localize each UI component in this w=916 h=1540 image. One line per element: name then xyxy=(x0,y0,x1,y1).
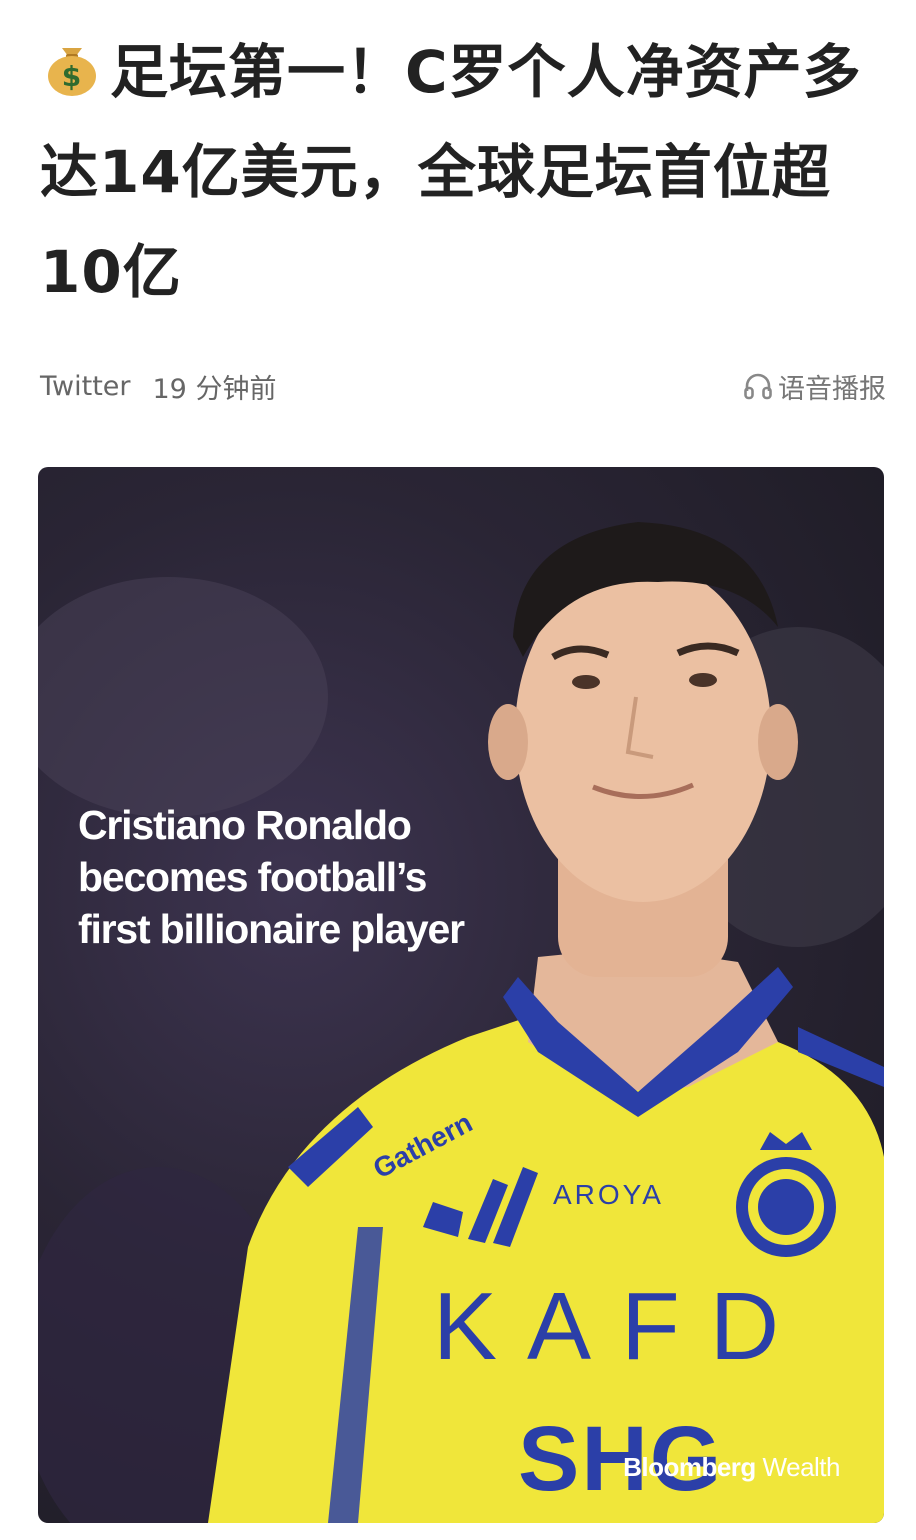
article-headline: $ 足坛第一！C罗个人净资产多达14亿美元，全球足坛首位超10亿 xyxy=(40,22,890,322)
watermark-suffix: Wealth xyxy=(755,1452,841,1482)
svg-text:$: $ xyxy=(62,60,82,93)
watermark-brand: Bloomberg xyxy=(623,1452,756,1482)
publish-time: 19 分钟前 xyxy=(152,373,277,405)
jersey-sponsor-chest: AROYA xyxy=(553,1179,664,1210)
money-bag-icon: $ xyxy=(40,28,104,96)
article-meta: Twitter 19 分钟前 语音播报 xyxy=(40,362,886,410)
headphones-icon xyxy=(744,373,772,400)
source-label[interactable]: Twitter xyxy=(40,371,131,402)
meta-left: Twitter 19 分钟前 xyxy=(40,367,276,406)
listen-label: 语音播报 xyxy=(778,373,886,405)
article-image[interactable]: Gathern AROYA KAFD SHG Cristiano Ronaldo… xyxy=(38,467,884,1523)
listen-button[interactable]: 语音播报 xyxy=(742,367,886,406)
headline-text: 足坛第一！C罗个人净资产多达14亿美元，全球足坛首位超10亿 xyxy=(40,38,862,306)
image-overlay-title: Cristiano Ronaldo becomes football’s fir… xyxy=(78,802,465,952)
bloomberg-watermark: Bloomberg Wealth xyxy=(623,1452,840,1483)
jersey-sponsor-main: KAFD xyxy=(433,1273,810,1380)
article-page: $ 足坛第一！C罗个人净资产多达14亿美元，全球足坛首位超10亿 Twitter… xyxy=(0,0,916,1540)
